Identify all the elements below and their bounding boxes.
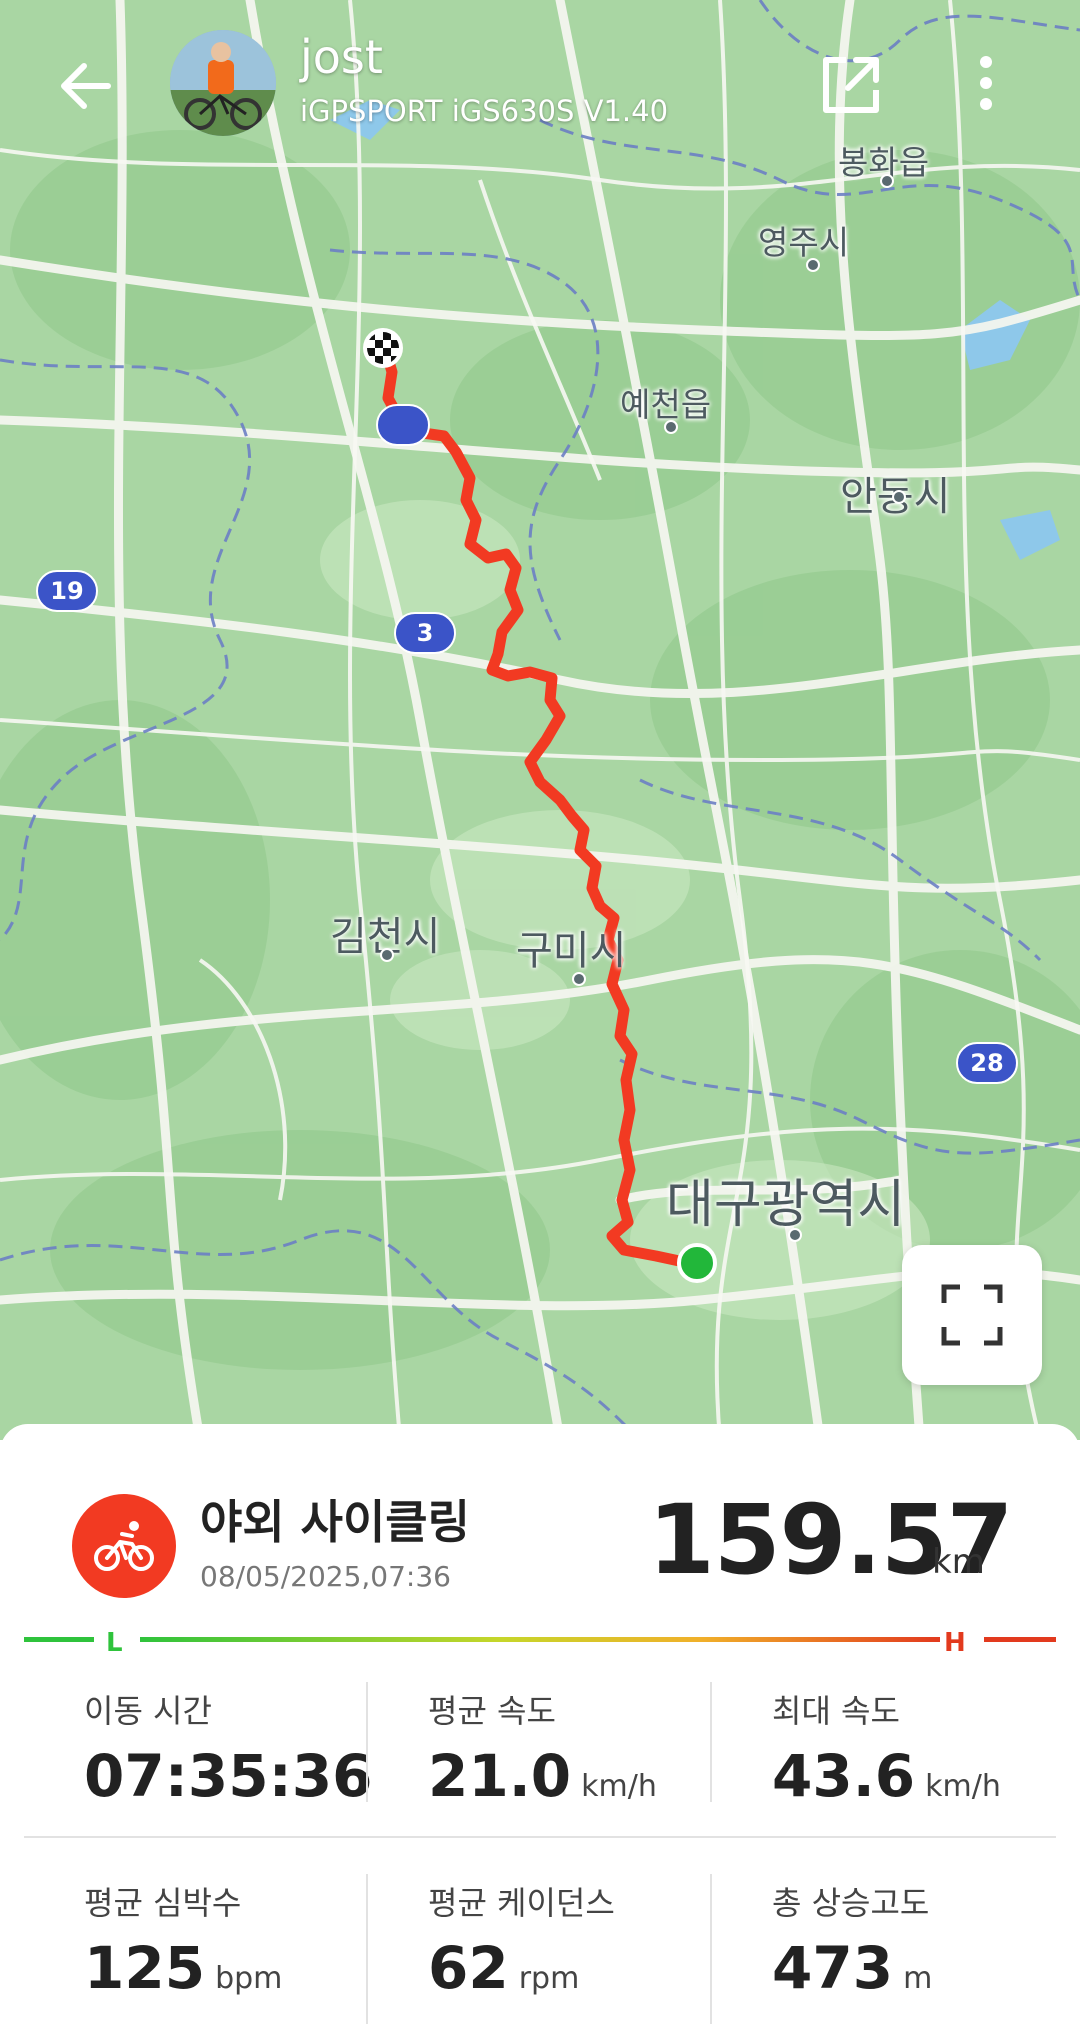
stat-unit: km/h [925, 1769, 1001, 1804]
stat-unit: km/h [581, 1769, 657, 1804]
user-photo [170, 30, 276, 136]
stat-unit: rpm [518, 1961, 580, 1996]
stat-avg-heart-rate: 평균 심박수 125 bpm [84, 1878, 384, 2002]
stat-value: 473 [772, 1934, 894, 2002]
place-label-yecheon: 예천읍 [620, 385, 712, 424]
stat-value: 125 [84, 1934, 206, 2002]
scale-low-label: L [106, 1628, 123, 1658]
divider [24, 1836, 1056, 1838]
fullscreen-icon [941, 1284, 1003, 1346]
route-shield-marker [376, 404, 430, 446]
place-label-yeongju: 영주시 [758, 223, 850, 262]
share-icon [823, 57, 879, 113]
stat-value: 21.0 [428, 1742, 572, 1810]
stat-total-ascent: 총 상승고도 473 m [772, 1878, 1072, 2002]
divider [366, 1682, 368, 1802]
back-button[interactable] [52, 52, 122, 122]
place-dot [892, 490, 906, 504]
stat-avg-cadence: 평균 케이던스 62 rpm [428, 1878, 728, 2002]
map-canvas [0, 0, 1080, 1440]
activity-date: 08/05/2025,07:36 [200, 1560, 451, 1593]
stat-unit: bpm [215, 1961, 283, 1996]
activity-summary-sheet: 야외 사이클링 08/05/2025,07:36 159.57 km L H 이… [0, 1424, 1080, 2024]
user-name: jost [300, 30, 383, 84]
place-dot [664, 420, 678, 434]
place-label-gumi: 구미시 [516, 928, 627, 974]
place-dot [806, 258, 820, 272]
fullscreen-button[interactable] [902, 1245, 1042, 1385]
place-dot [572, 972, 586, 986]
stat-label: 평균 케이던스 [428, 1884, 615, 1922]
route-map[interactable]: 봉화읍 영주시 예천읍 안동시 김천시 구미시 대구광역시 19 3 28 [0, 0, 1080, 1440]
arrow-left-icon [61, 63, 111, 109]
avatar[interactable] [170, 30, 276, 136]
stat-label: 이동 시간 [84, 1692, 212, 1730]
divider [710, 1682, 712, 1802]
place-dot [880, 174, 894, 188]
share-button[interactable] [818, 52, 884, 118]
stat-max-speed: 최대 속도 43.6 km/h [772, 1686, 1072, 1810]
more-options-button[interactable] [960, 52, 1012, 118]
more-vertical-icon [980, 56, 992, 110]
cycling-icon [94, 1521, 154, 1571]
stat-value: 07:35:36 [84, 1742, 373, 1810]
stat-value: 62 [428, 1934, 509, 2002]
stat-label: 총 상승고도 [772, 1884, 930, 1922]
place-label-daegu: 대구광역시 [666, 1175, 906, 1235]
intensity-scale-bar [24, 1637, 1056, 1642]
divider [366, 1874, 368, 2024]
scale-high-label: H [944, 1628, 966, 1658]
stat-moving-time: 이동 시간 07:35:36 [84, 1686, 384, 1810]
stat-label: 평균 속도 [428, 1692, 556, 1730]
top-bar: jost iGPSPORT iGS630S V1.40 [0, 0, 1080, 170]
route-shield-19: 19 [36, 570, 98, 612]
stat-value: 43.6 [772, 1742, 916, 1810]
stat-avg-speed: 평균 속도 21.0 km/h [428, 1686, 728, 1810]
stat-label: 평균 심박수 [84, 1884, 242, 1922]
stat-label: 최대 속도 [772, 1692, 900, 1730]
place-dot [788, 1228, 802, 1242]
place-dot [380, 948, 394, 962]
stat-unit: m [903, 1961, 933, 1996]
activity-type-icon-badge [72, 1494, 176, 1598]
start-marker [677, 1243, 717, 1283]
divider [710, 1874, 712, 2024]
route-shield-28: 28 [956, 1042, 1018, 1084]
distance-unit: km [932, 1542, 985, 1582]
activity-type: 야외 사이클링 [200, 1495, 470, 1549]
device-name: iGPSPORT iGS630S V1.40 [300, 94, 669, 128]
route-shield-3: 3 [394, 612, 456, 654]
finish-marker [363, 328, 403, 368]
